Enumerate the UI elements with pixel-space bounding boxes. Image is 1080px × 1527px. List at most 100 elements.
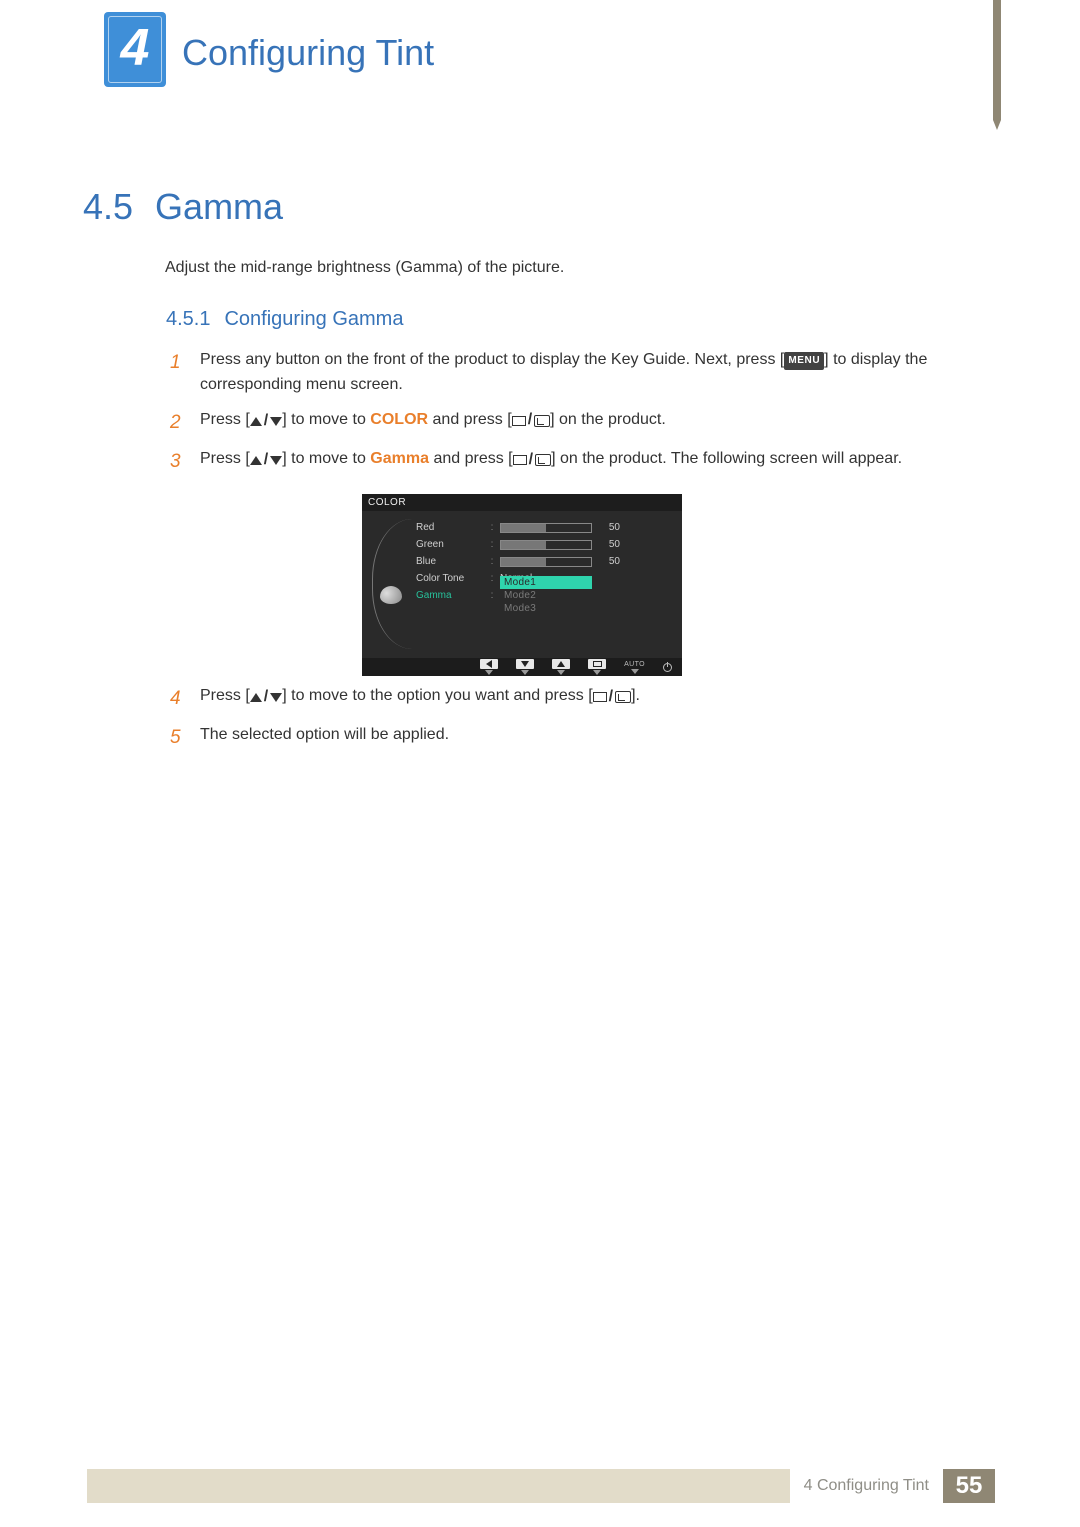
step-number: 5 — [170, 723, 186, 752]
osd-label: Red — [416, 522, 484, 533]
chapter-header: 4 Configuring Tint — [0, 0, 1080, 130]
indicator-icon — [521, 670, 529, 675]
power-icon — [663, 663, 672, 672]
indicator-icon — [485, 670, 493, 675]
slash-icon: / — [528, 408, 532, 433]
text: ] to move to — [282, 450, 370, 467]
osd-foot-up — [552, 659, 570, 675]
subsection-heading: 4.5.1 Configuring Gamma — [166, 308, 403, 331]
footer-fill — [87, 1469, 790, 1503]
subsection-title: Configuring Gamma — [224, 308, 403, 331]
osd-footer: AUTO — [362, 658, 682, 676]
step-5: 5 The selected option will be applied. — [170, 723, 970, 752]
select-enter-icon: / — [593, 685, 631, 710]
osd-value: 50 — [596, 522, 620, 533]
menu-chip-icon: MENU — [784, 352, 824, 370]
osd-mode-2: Mode2 — [500, 589, 592, 602]
triangle-up-icon — [250, 693, 262, 702]
osd-menu-figure: COLOR Red : 50 Green : 50 Blue : 50 Colo… — [362, 494, 682, 676]
up-down-icon: / — [250, 409, 282, 434]
colon-icon: : — [488, 522, 496, 533]
auto-label: AUTO — [624, 661, 645, 668]
text: Press [ — [200, 450, 250, 467]
osd-slider — [500, 557, 592, 567]
osd-label: Green — [416, 539, 484, 550]
triangle-up-icon — [250, 456, 262, 465]
triangle-down-icon — [521, 661, 529, 667]
osd-foot-auto: AUTO — [624, 661, 645, 674]
triangle-down-icon — [270, 456, 282, 465]
step-1: 1 Press any button on the front of the p… — [170, 348, 970, 398]
text: ] on the product. — [550, 411, 666, 428]
osd-slider-fill — [501, 541, 546, 549]
palette-icon — [380, 586, 402, 604]
page-footer: 4 Configuring Tint 55 — [87, 1469, 995, 1503]
indicator-icon — [631, 669, 639, 674]
keyword-color: COLOR — [370, 411, 428, 428]
osd-label: Blue — [416, 556, 484, 567]
indicator-icon — [593, 670, 601, 675]
text: ] to move to — [282, 411, 370, 428]
chapter-number: 4 — [104, 18, 166, 78]
up-down-icon: / — [250, 448, 282, 473]
enter-icon — [534, 415, 550, 427]
triangle-down-icon — [270, 693, 282, 702]
section-heading: 4.5 Gamma — [83, 186, 283, 228]
text: ]. — [631, 687, 640, 704]
colon-icon: : — [488, 539, 496, 550]
slash-icon: / — [264, 685, 268, 710]
osd-slider-fill — [501, 524, 546, 532]
step-body: Press any button on the front of the pro… — [200, 348, 970, 398]
osd-mode-1: Mode1 — [500, 576, 592, 589]
step-body: The selected option will be applied. — [200, 723, 970, 752]
step-body: Press [/] to move to Gamma and press [/]… — [200, 447, 970, 476]
step-3: 3 Press [/] to move to Gamma and press [… — [170, 447, 970, 476]
triangle-down-icon — [270, 417, 282, 426]
osd-row-blue: Blue : 50 — [416, 553, 670, 570]
text: and press [ — [429, 450, 513, 467]
osd-slider-fill — [501, 558, 546, 566]
text: Press [ — [200, 411, 250, 428]
osd-arc-decoration — [372, 519, 418, 649]
indicator-icon — [557, 670, 565, 675]
section-title: Gamma — [155, 186, 283, 228]
text: ] on the product. The following screen w… — [551, 450, 902, 467]
osd-mode-3: Mode3 — [500, 602, 592, 615]
osd-value: 50 — [596, 556, 620, 567]
triangle-up-icon — [250, 417, 262, 426]
step-body: Press [ / ] to move to the option you want… — [200, 684, 970, 713]
up-icon — [552, 659, 570, 669]
step-number: 3 — [170, 447, 186, 476]
step-2: 2 Press [ / ] to move to COLOR and press [… — [170, 408, 970, 437]
enter-icon — [615, 691, 631, 703]
rect-icon — [513, 455, 527, 465]
osd-foot-enter — [588, 659, 606, 675]
step-body: Press [ / ] to move to COLOR and press [ /]… — [200, 408, 970, 437]
step-number: 4 — [170, 684, 186, 713]
slash-icon: / — [264, 448, 268, 473]
rect-icon — [593, 692, 607, 702]
text: Press any button on the front of the pro… — [200, 351, 784, 368]
osd-label: Color Tone — [416, 573, 484, 584]
osd-gamma-modes: Mode1 Mode2 Mode3 — [500, 576, 592, 615]
slash-icon: / — [264, 409, 268, 434]
triangle-up-icon — [557, 661, 565, 667]
slash-icon: / — [609, 685, 613, 710]
colon-icon: : — [488, 556, 496, 567]
triangle-left-icon — [486, 660, 492, 668]
step-number: 2 — [170, 408, 186, 437]
footer-breadcrumb: 4 Configuring Tint — [790, 1469, 943, 1503]
step-number: 1 — [170, 348, 186, 398]
osd-row-green: Green : 50 — [416, 536, 670, 553]
enter-icon — [535, 454, 551, 466]
osd-slider — [500, 540, 592, 550]
up-down-icon: / — [250, 685, 282, 710]
select-enter-icon: / — [512, 408, 550, 433]
text: Press [ — [200, 687, 250, 704]
text: and press [ — [428, 411, 512, 428]
steps-list-continued: 4 Press [ / ] to move to the option you wa… — [170, 684, 970, 763]
steps-list: 1 Press any button on the front of the p… — [170, 348, 970, 486]
text: ] to move to the option you want and pre… — [282, 687, 592, 704]
osd-value: 50 — [596, 539, 620, 550]
osd-body: Red : 50 Green : 50 Blue : 50 Color Tone… — [362, 511, 682, 661]
